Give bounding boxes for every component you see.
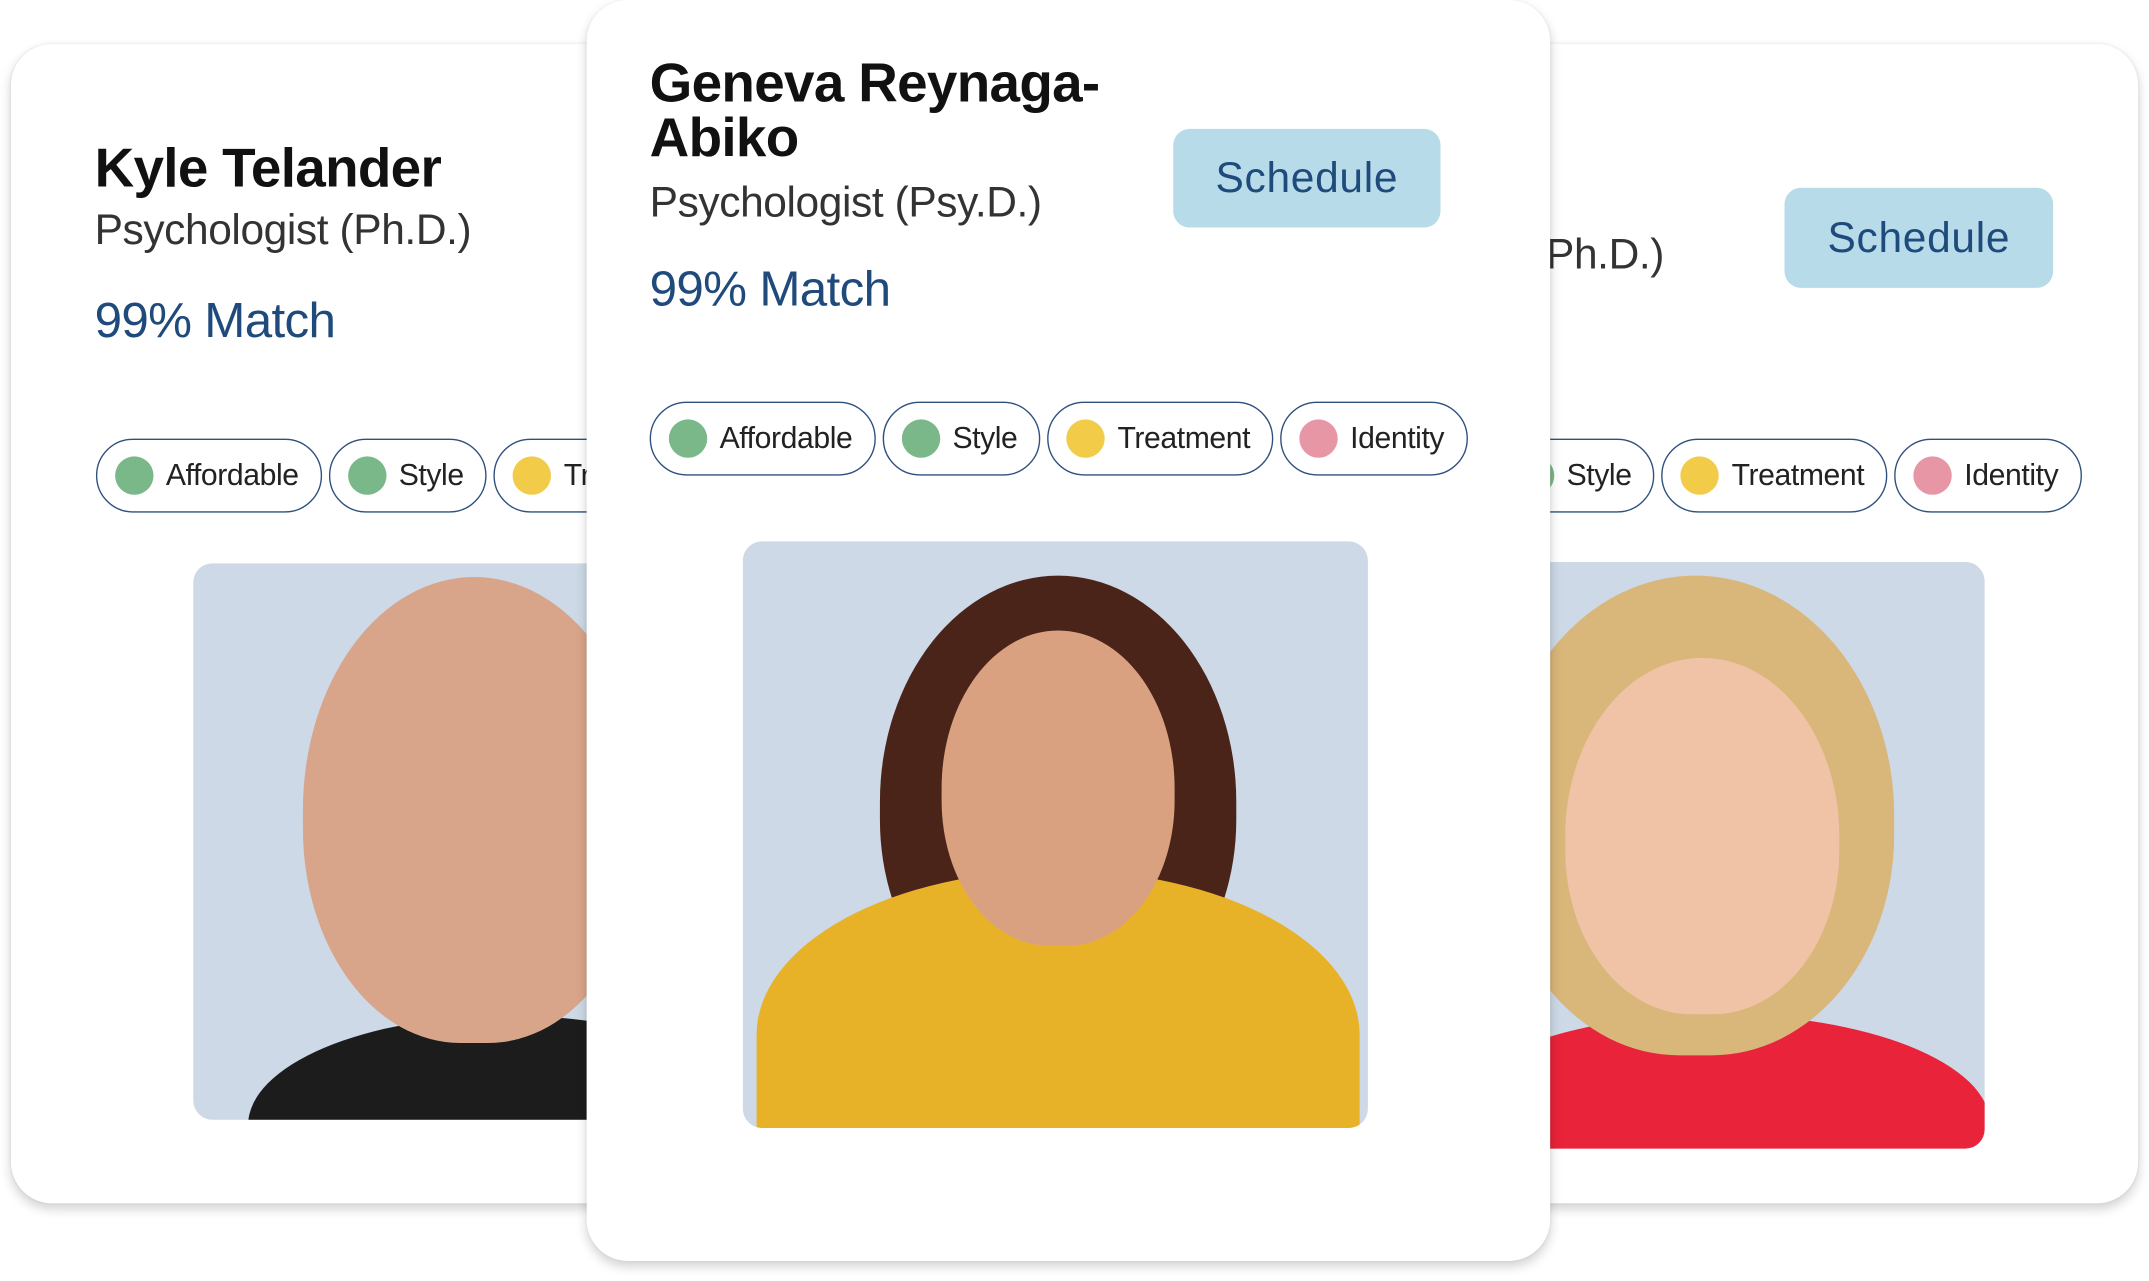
green-dot-icon: [668, 419, 708, 458]
pink-dot-icon: [1299, 419, 1338, 458]
tag-identity: Identity: [1894, 438, 2082, 513]
therapist-credential: Psychologist (Psy.D.): [649, 178, 1042, 227]
therapist-card-geneva[interactable]: Geneva Reynaga- Abiko Psychologist (Psy.…: [586, 0, 1551, 1261]
therapist-name-line1: Geneva Reynaga-: [649, 53, 1101, 114]
tag-list: Affordable Style Treatment Identity: [649, 401, 1468, 476]
tag-treatment: Treatment: [1661, 438, 1888, 513]
tag-affordable: Affordable: [95, 438, 322, 513]
therapist-credential: Psychologist (Ph.D.): [94, 205, 472, 254]
therapist-cards-stage: Kyle Telander Psychologist (Ph.D.) 99% M…: [0, 0, 2149, 1281]
schedule-button[interactable]: Schedule: [1173, 128, 1441, 228]
tag-label: Style: [398, 457, 464, 493]
yellow-dot-icon: [513, 456, 552, 495]
green-dot-icon: [115, 456, 154, 495]
tag-label: Affordable: [165, 457, 299, 493]
tag-identity: Identity: [1280, 401, 1468, 476]
tag-list: Style Treatment Identity: [1496, 438, 2082, 513]
pink-dot-icon: [1913, 456, 1952, 495]
yellow-dot-icon: [1680, 456, 1720, 495]
tag-style: Style: [882, 401, 1041, 476]
match-percentage: 99% Match: [649, 260, 891, 317]
tag-label: Identity: [1350, 420, 1445, 456]
therapist-name-line2: Abiko: [649, 108, 800, 169]
therapist-photo: [742, 541, 1368, 1129]
green-dot-icon: [901, 419, 941, 458]
therapist-name: Kyle Telander: [94, 138, 442, 199]
schedule-button[interactable]: Schedule: [1784, 187, 2054, 288]
yellow-dot-icon: [1066, 419, 1106, 458]
tag-style: Style: [328, 438, 488, 513]
tag-label: Treatment: [1731, 457, 1865, 493]
match-percentage: 99% Match: [94, 291, 336, 349]
tag-label: Style: [952, 420, 1018, 456]
tag-label: Style: [1566, 457, 1632, 493]
tag-treatment: Treatment: [1047, 401, 1274, 476]
therapist-credential: Ph.D.): [1546, 230, 1664, 279]
tag-label: Identity: [1964, 457, 2059, 493]
tag-affordable: Affordable: [649, 401, 876, 476]
tag-label: Treatment: [1117, 420, 1251, 456]
tag-label: Affordable: [719, 420, 853, 456]
green-dot-icon: [348, 456, 387, 495]
